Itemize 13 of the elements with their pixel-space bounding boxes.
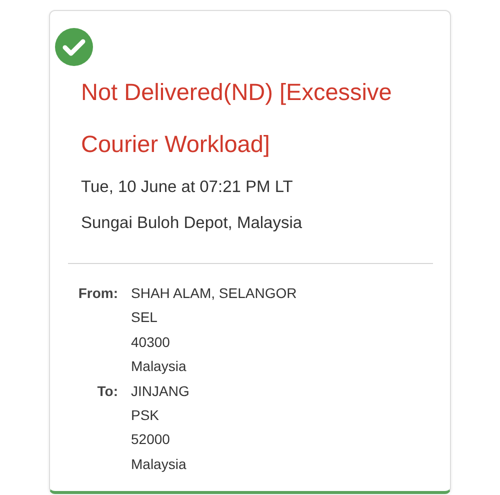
status-title: Not Delivered(ND) [Excessive Courier Workload] <box>81 78 393 159</box>
event-location: Sungai Buloh Depot, Malaysia <box>81 214 304 233</box>
address-line: Malaysia <box>131 454 186 474</box>
address-label: From: <box>77 284 118 303</box>
address-line: JINJANG <box>131 382 190 401</box>
event-time: Tue, 10 June at 07:21 PM LT <box>81 178 294 197</box>
address-line: 40300 <box>131 332 170 352</box>
address-label: To: <box>96 382 118 401</box>
address-line: SEL <box>131 308 158 328</box>
address-line: SHAH ALAM, SELANGOR <box>131 284 297 303</box>
address-line: PSK <box>131 406 160 426</box>
address-line: Malaysia <box>131 357 186 376</box>
address-line: 52000 <box>131 430 170 450</box>
